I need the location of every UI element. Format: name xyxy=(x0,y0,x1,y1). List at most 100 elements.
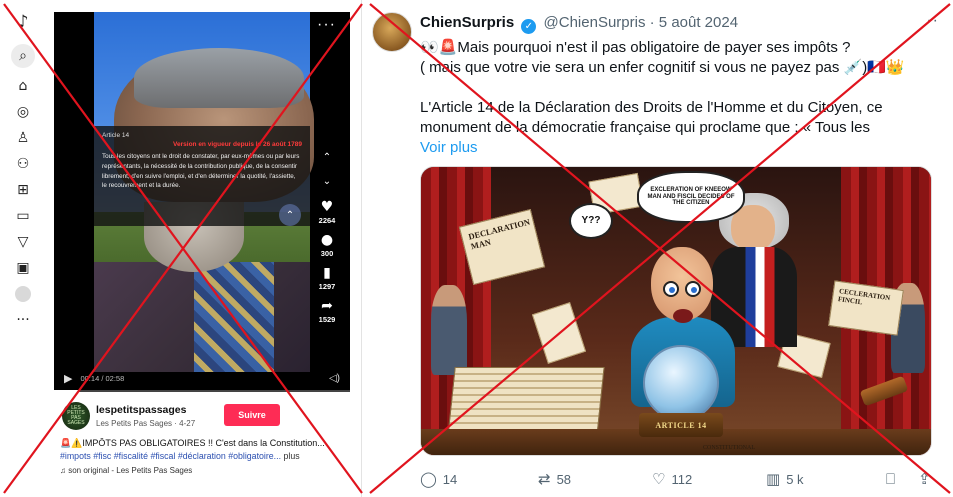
video-player[interactable]: ··· Article 14 Version en vigueur depuis… xyxy=(54,12,350,392)
follow-button[interactable]: Suivre xyxy=(224,404,280,426)
video-progress-fill xyxy=(54,390,78,392)
views-button[interactable]: ▥ 5 k xyxy=(766,470,804,488)
like-count: 112 xyxy=(671,471,693,487)
video-actions: ⌃ ⌄ ♥ 2264 ● 300 ▮ 1297 ➦ 1529 xyxy=(312,152,342,332)
like-action[interactable]: ♥ 2264 xyxy=(319,200,336,225)
search-icon[interactable]: ⌕ xyxy=(11,44,35,68)
tweet-handle[interactable]: @ChienSurpris xyxy=(544,14,646,31)
video-hashtags[interactable]: #impots #fisc #fiscalité #fiscal #déclar… xyxy=(60,451,344,461)
speech-bubble-y: Y?? xyxy=(569,203,613,239)
man-head xyxy=(651,247,713,323)
tweet-panel: ChienSurpris ✓ @ChienSurpris · 5 août 20… xyxy=(366,0,953,497)
share-count: 1529 xyxy=(318,315,336,324)
author-username[interactable]: lespetitspassages xyxy=(96,404,186,416)
repost-count: 58 xyxy=(556,471,572,487)
video-more-button[interactable]: ··· xyxy=(317,16,336,34)
share-icon: ➦ xyxy=(321,298,333,314)
article-title: Article 14 xyxy=(102,132,130,139)
heart-icon: ♥ xyxy=(320,199,334,215)
comment-count: 300 xyxy=(320,249,334,258)
author-avatar[interactable]: LES PETITS PAS SAGES xyxy=(62,402,90,430)
man-eye xyxy=(663,281,679,297)
play-icon[interactable]: ▶ xyxy=(64,372,72,385)
views-chart-icon: ▥ xyxy=(766,470,781,488)
screenshot-root: ♪ ⌕ ⌂ ◎ ♙ ⚇ ⊞ ▭ ▽ ▣ ··· ··· Article 14 V… xyxy=(0,0,953,497)
share-button[interactable]: ⇪ xyxy=(918,470,937,488)
comment-action[interactable]: ● 300 xyxy=(321,233,334,258)
share-action[interactable]: ➦ 1529 xyxy=(319,299,336,324)
article-body: Tous les citoyens ont le droit de consta… xyxy=(102,153,300,190)
messages-icon[interactable]: ▭ xyxy=(13,206,33,226)
save-action[interactable]: ▮ 1297 xyxy=(319,266,336,291)
tweet-text: 👀🚨Mais pourquoi n'est il pas obligatoire… xyxy=(420,38,945,158)
like-count: 2264 xyxy=(318,216,336,225)
tiktok-logo-icon[interactable]: ♪ xyxy=(13,12,33,32)
reply-count: 14 xyxy=(442,471,458,487)
chevron-down-icon[interactable]: ⌄ xyxy=(323,176,331,188)
tweet-image[interactable]: DECLARATION MAN CECLERATION FINCIL Y?? E… xyxy=(420,166,932,456)
man-mouth xyxy=(673,309,693,323)
video-caption: 🚨⚠️IMPÔTS PAS OBLIGATOIRES !! C'est dans… xyxy=(60,438,325,448)
live-icon[interactable]: ▣ xyxy=(13,258,33,278)
bookmark-button[interactable]: ⎕ xyxy=(886,470,901,488)
bookmark-icon: ▮ xyxy=(323,265,331,281)
bookmark-outline-icon: ⎕ xyxy=(886,470,896,488)
tweet-header: ChienSurpris ✓ @ChienSurpris · 5 août 20… xyxy=(420,14,738,34)
right-document: CECLERATION FINCIL xyxy=(828,280,904,336)
chevron-up-icon[interactable]: ⌃ xyxy=(323,152,331,164)
tweet-line-3: L'Article 14 de la Déclaration des Droit… xyxy=(420,99,883,116)
reply-button[interactable]: ◯ 14 xyxy=(420,470,457,488)
caption-more-link[interactable]: plus xyxy=(283,451,299,461)
views-count: 5 k xyxy=(786,471,804,487)
repost-icon: ⇄ xyxy=(538,470,551,488)
hashtag-list[interactable]: #impots #fisc #fiscalité #fiscal #déclar… xyxy=(60,451,281,461)
paper-stack xyxy=(447,367,605,437)
comment-icon: ● xyxy=(320,232,334,248)
tiktok-panel: ♪ ⌕ ⌂ ◎ ♙ ⚇ ⊞ ▭ ▽ ▣ ··· ··· Article 14 V… xyxy=(0,0,362,497)
friends-icon[interactable]: ⚇ xyxy=(13,154,33,174)
tweet-actions: ◯ 14 ⇄ 58 ♡ 112 ▥ 5 k ⎕ ⇪ xyxy=(420,470,940,490)
save-count: 1297 xyxy=(318,282,336,291)
video-time: 00:14 / 02:58 xyxy=(80,373,125,383)
crystal-ball xyxy=(643,345,719,421)
tweet-line-2: ( mais que votre vie sera un enfer cogni… xyxy=(420,59,905,76)
speech-bubble-top: EXCLERATION OF KNEEOW MAN AND FISCIL DEC… xyxy=(637,171,745,223)
article-version: Version en vigueur depuis le 26 août 178… xyxy=(173,141,302,148)
author-row: LES PETITS PAS SAGES lespetitspassages L… xyxy=(60,400,350,434)
flying-paper xyxy=(531,302,587,364)
more-icon[interactable]: ··· xyxy=(13,310,33,330)
image-figure-left xyxy=(431,285,467,375)
repost-button[interactable]: ⇄ 58 xyxy=(538,470,571,488)
video-hair xyxy=(134,48,304,108)
article-overlay: Article 14 Version en vigueur depuis le … xyxy=(94,126,310,226)
author-subline: Les Petits Pas Sages · 4-27 xyxy=(96,419,196,428)
sound-link[interactable]: ♫ son original - Les Petits Pas Sages xyxy=(60,466,192,475)
tweet-line-4: monument de la démocratie française qui … xyxy=(420,119,870,136)
heart-outline-icon: ♡ xyxy=(652,470,666,488)
tweet-date[interactable]: · 5 août 2024 xyxy=(650,14,738,31)
inbox-icon[interactable]: ▽ xyxy=(13,232,33,252)
verified-badge-icon: ✓ xyxy=(521,19,537,34)
globe-base-label: ARTICLE 14 xyxy=(639,413,723,437)
tweet-line-1: 👀🚨Mais pourquoi n'est il pas obligatoire… xyxy=(420,39,851,56)
reply-icon: ◯ xyxy=(420,470,437,488)
video-progress-bar[interactable] xyxy=(54,390,350,392)
upload-icon[interactable]: ⊞ xyxy=(13,180,33,200)
explore-icon[interactable]: ◎ xyxy=(13,102,33,122)
tiktok-sidebar: ♪ ⌕ ⌂ ◎ ♙ ⚇ ⊞ ▭ ▽ ▣ ··· xyxy=(0,0,45,497)
constitutional-label: CONSTITUTIONAL xyxy=(703,445,755,451)
video-scarf xyxy=(194,262,274,372)
profile-icon[interactable] xyxy=(15,286,31,302)
home-icon[interactable]: ⌂ xyxy=(13,76,33,96)
volume-icon[interactable]: ◁) xyxy=(329,373,340,384)
like-button[interactable]: ♡ 112 xyxy=(652,470,692,488)
see-more-link[interactable]: Voir plus xyxy=(420,138,945,158)
video-controls: ▶ 00:14 / 02:58 ◁) xyxy=(54,364,350,392)
tweet-avatar[interactable] xyxy=(372,12,412,52)
following-icon[interactable]: ♙ xyxy=(13,128,33,148)
tweet-spacer xyxy=(420,78,945,98)
share-upload-icon: ⇪ xyxy=(918,470,931,488)
scroll-up-icon[interactable]: ⌃ xyxy=(279,204,301,226)
tweet-more-button[interactable]: ·· xyxy=(926,12,939,30)
tweet-author-name[interactable]: ChienSurpris xyxy=(420,14,514,31)
